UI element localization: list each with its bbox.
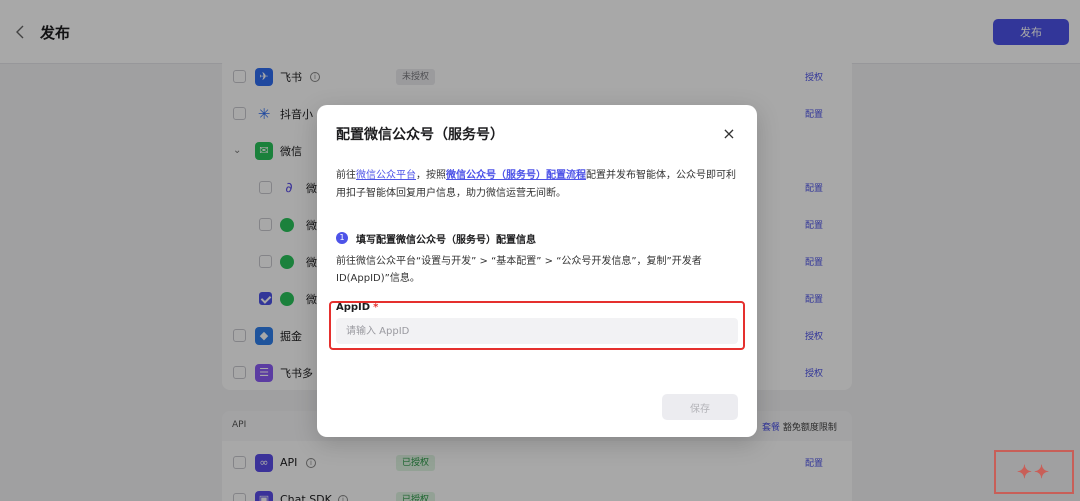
required-mark: * bbox=[373, 302, 379, 313]
wechat-config-dialog: 配置微信公众号（服务号） × 前往微信公众平台，按照微信公众号（服务号）配置流程… bbox=[317, 105, 757, 437]
config-guide-link[interactable]: 微信公众号（服务号）配置流程 bbox=[446, 170, 586, 181]
close-button[interactable]: × bbox=[719, 124, 739, 144]
step-description: 前往微信公众平台“设置与开发” > “基本配置” > “公众号开发信息”，复制”… bbox=[336, 256, 702, 284]
desc-prefix: 前往 bbox=[336, 170, 356, 181]
appid-label-text: AppID bbox=[336, 302, 371, 313]
dialog-title: 配置微信公众号（服务号） bbox=[336, 127, 504, 143]
save-button[interactable]: 保存 bbox=[662, 394, 738, 420]
wechat-platform-link[interactable]: 微信公众平台 bbox=[356, 170, 416, 181]
watermark-seal: ✦✦ bbox=[994, 450, 1074, 494]
appid-label: AppID * bbox=[336, 302, 378, 313]
step-title: 填写配置微信公众号（服务号）配置信息 bbox=[356, 235, 536, 246]
appid-input[interactable] bbox=[336, 318, 738, 344]
step-number-badge: 1 bbox=[336, 232, 348, 244]
desc-mid: ，按照 bbox=[416, 170, 446, 181]
dialog-description: 前往微信公众平台，按照微信公众号（服务号）配置流程配置并发布智能体，公众号即可利… bbox=[336, 167, 740, 203]
